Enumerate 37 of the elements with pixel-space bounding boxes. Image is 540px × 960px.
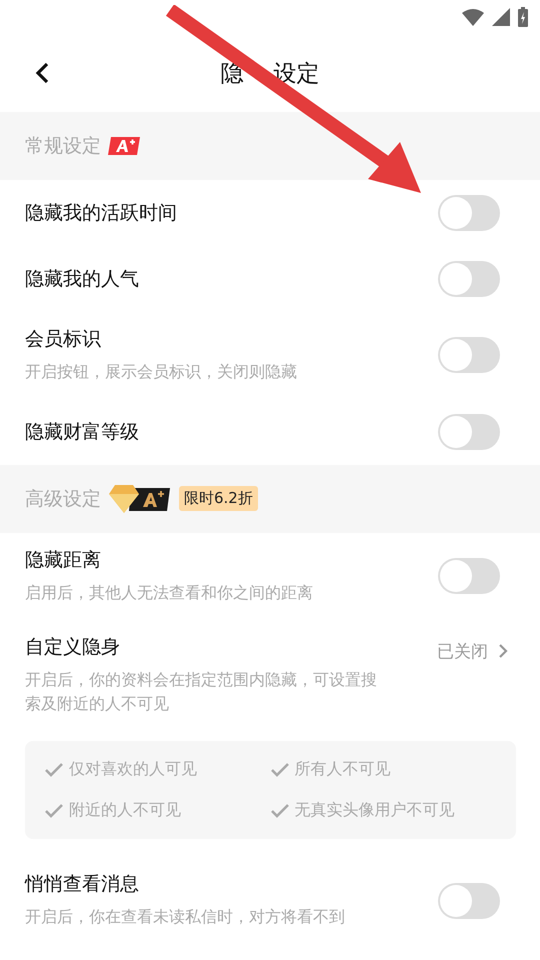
setting-description: 开启后，你在查看未读私信时，对方将看不到 <box>25 906 345 928</box>
setting-description: 开启后，你的资料会在指定范围内隐藏，可设置搜索及附近的人不可见 <box>25 668 378 716</box>
toggle-switch[interactable] <box>438 882 500 919</box>
signal-icon <box>492 8 510 26</box>
toggle-switch[interactable] <box>438 261 500 297</box>
back-icon[interactable] <box>35 62 49 84</box>
setting-label: 自定义隐身 <box>25 634 121 660</box>
setting-label: 隐藏我的活跃时间 <box>25 201 177 226</box>
check-icon <box>45 804 63 818</box>
toggle-switch[interactable] <box>438 195 500 231</box>
discount-badge: 限时6.2折 <box>179 486 258 512</box>
battery-icon <box>518 7 528 27</box>
setting-label: 隐藏距离 <box>25 548 102 573</box>
diamond-vip-icon <box>107 484 173 514</box>
option-label: 所有人不可见 <box>294 759 390 780</box>
section-title: 高级设定 <box>25 486 101 512</box>
check-icon <box>270 804 288 818</box>
vip-badge-icon <box>107 136 141 156</box>
status-link[interactable]: 已关闭 <box>437 640 508 663</box>
option-label: 附近的人不可见 <box>69 800 181 822</box>
option-label: 仅对喜欢的人可见 <box>69 759 197 780</box>
section-title: 常规设定 <box>25 134 101 159</box>
toggle-switch[interactable] <box>438 558 500 594</box>
wifi-icon <box>462 8 484 26</box>
chevron-right-icon <box>498 643 508 660</box>
setting-label: 隐藏财富等级 <box>25 420 139 445</box>
page-title: 隐 <box>220 60 244 88</box>
setting-label: 隐藏我的人气 <box>25 267 139 292</box>
setting-label: 悄悄查看消息 <box>25 872 140 898</box>
setting-description: 启用后，其他人无法查看和你之间的距离 <box>25 582 313 604</box>
setting-label: 会员标识 <box>25 327 102 352</box>
check-icon <box>270 762 288 777</box>
option-label: 无真实头像用户不可见 <box>294 800 454 822</box>
check-icon <box>45 762 63 777</box>
toggle-switch[interactable] <box>438 414 500 450</box>
setting-description: 开启按钮，展示会员标识，关闭则隐藏 <box>25 361 297 383</box>
toggle-switch[interactable] <box>438 337 500 374</box>
